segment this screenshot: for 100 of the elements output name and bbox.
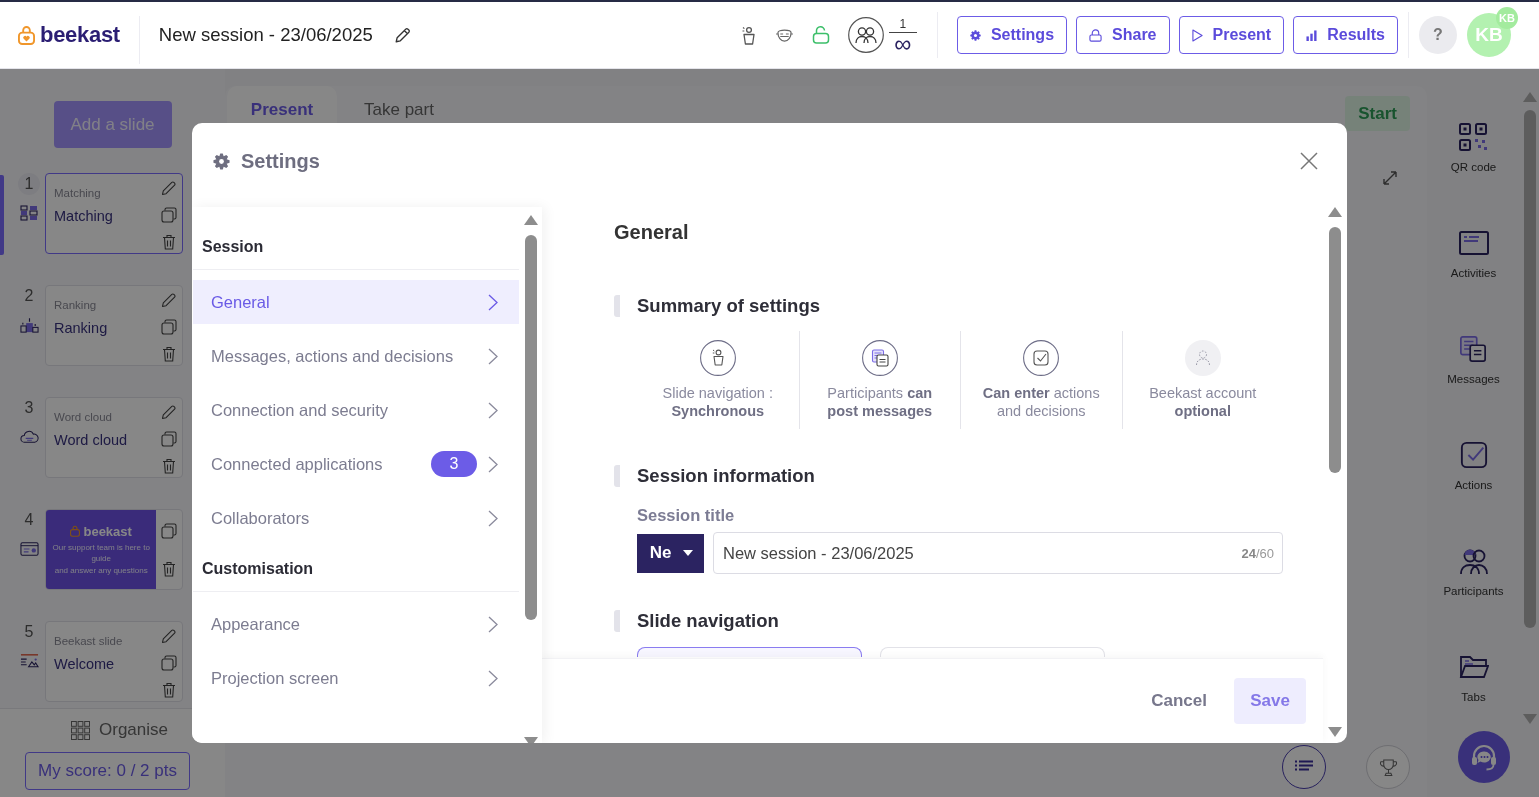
gear-icon <box>213 152 230 170</box>
results-button[interactable]: Results <box>1293 16 1398 54</box>
slide-title: Matching <box>54 207 114 225</box>
navigation-option[interactable] <box>637 647 862 657</box>
start-button[interactable]: Start <box>1345 96 1410 131</box>
trash-icon[interactable] <box>162 234 176 250</box>
nav-item[interactable]: General <box>193 280 519 324</box>
people-icon[interactable] <box>847 17 884 53</box>
summary-text: Beekast account optional <box>1148 384 1258 420</box>
column-blocks-icon <box>20 205 38 221</box>
window-icon <box>1458 228 1489 258</box>
copy-icon[interactable] <box>161 655 177 671</box>
summary-text: Participants can post messages <box>826 384 934 420</box>
bar-chart-icon <box>1306 29 1318 41</box>
close-icon <box>1300 152 1318 170</box>
score-button[interactable]: My score: 0 / 2 pts <box>25 752 190 790</box>
copy-icon[interactable] <box>161 431 177 447</box>
present-button[interactable]: Present <box>1178 16 1285 54</box>
caret-icon <box>683 550 694 556</box>
thumbnail-logo-icon <box>70 525 81 537</box>
trash-icon[interactable] <box>162 458 176 474</box>
expand-icon[interactable] <box>1382 170 1398 186</box>
share-button[interactable]: Share <box>1076 16 1170 54</box>
participant-limit: ∞ <box>894 34 912 53</box>
slide-title: Welcome <box>54 655 116 673</box>
dialog-title: Settings <box>241 149 320 173</box>
documents-icon <box>1459 334 1488 364</box>
participant-count: 1 <box>899 17 907 31</box>
lock-icon[interactable] <box>811 26 830 44</box>
chat-button[interactable] <box>1458 731 1510 783</box>
slide-card[interactable]: Beekast slide Welcome <box>45 621 183 702</box>
chevron-icon <box>488 455 498 473</box>
presenter-icon[interactable] <box>740 25 755 45</box>
nav-item[interactable]: Appearance <box>193 602 519 646</box>
settings-button[interactable]: Settings <box>956 16 1068 54</box>
session-title: New session - 23/06/2025 <box>158 24 373 46</box>
trash-icon[interactable] <box>162 682 176 698</box>
slide-type: Word cloud <box>54 410 113 424</box>
slide-number: 4 <box>23 510 35 530</box>
slide-number: 2 <box>23 286 35 306</box>
nav-heading: Customisation <box>193 558 519 592</box>
field-label: Session title <box>637 505 736 525</box>
trophy-button[interactable] <box>1366 745 1410 789</box>
chevron-icon <box>488 347 498 365</box>
toolbar-button[interactable]: Actions <box>1452 440 1495 492</box>
avatar-badge: KB <box>1496 7 1518 29</box>
section-title: General <box>614 220 690 245</box>
copy-icon[interactable] <box>161 207 177 223</box>
slide-type: Ranking <box>54 298 98 312</box>
logo-icon <box>18 25 35 45</box>
screen-icon <box>19 541 39 557</box>
toolbar-button[interactable]: QR code <box>1448 122 1499 174</box>
nav-item[interactable]: Connection and security <box>193 388 519 432</box>
chevron-icon <box>488 401 498 419</box>
copy-icon[interactable] <box>161 523 178 539</box>
nav-item[interactable]: Messages, actions and decisions <box>193 334 519 378</box>
section-heading: Session information <box>614 465 1323 487</box>
organise-button[interactable]: Organise <box>57 709 168 751</box>
section-heading: Summary of settings <box>614 295 1323 317</box>
toolbar-button[interactable]: Messages <box>1445 334 1502 386</box>
chevron-icon <box>488 293 498 311</box>
copy-icon[interactable] <box>161 319 177 335</box>
gear-icon <box>969 29 981 41</box>
chevron-icon <box>488 509 498 527</box>
thumbnail-caption: and answer any questions <box>53 564 149 576</box>
slide-number: 5 <box>23 622 35 642</box>
stage-tab[interactable]: Take part <box>337 86 461 140</box>
text-image-icon <box>19 653 39 669</box>
character-counter: 24/60 <box>1241 545 1274 561</box>
nav-item[interactable]: Collaborators <box>193 496 519 540</box>
slide-title: Ranking <box>54 319 109 337</box>
chevron-icon <box>488 615 498 633</box>
slide-type: Beekast slide <box>54 634 124 648</box>
toolbar-button[interactable]: Tabs <box>1456 652 1491 704</box>
slide-card[interactable]: Ranking Ranking <box>45 285 183 366</box>
mask-icon[interactable] <box>774 27 794 43</box>
trash-icon[interactable] <box>162 561 177 577</box>
help-button[interactable]: ? <box>1419 16 1457 54</box>
trophy-icon <box>1378 757 1398 777</box>
play-icon <box>1191 28 1203 42</box>
trash-icon[interactable] <box>162 346 176 362</box>
toolbar-button[interactable]: Participants <box>1441 546 1506 598</box>
cancel-button[interactable]: Cancel <box>1151 691 1207 711</box>
nav-heading: Session <box>193 236 519 270</box>
pencil-icon[interactable] <box>393 26 412 44</box>
slide-number: 3 <box>23 398 35 418</box>
toolbar-button[interactable]: Activities <box>1448 228 1499 280</box>
slide-card[interactable]: Word cloud Word cloud <box>45 397 183 478</box>
slide-card[interactable]: Matching Matching <box>45 173 183 254</box>
slide-number: 1 <box>18 173 40 195</box>
language-dropdown[interactable]: Ne <box>637 533 704 573</box>
session-title-field[interactable]: New session - 23/06/2025 24/60 <box>713 532 1283 574</box>
summary-text: Slide navigation : Synchronous <box>661 384 774 420</box>
count-badge: 3 <box>431 451 477 477</box>
list-button[interactable] <box>1282 745 1326 789</box>
section-heading: Slide navigation <box>614 610 1323 632</box>
summary-text: Can enter actions and decisions <box>981 384 1101 420</box>
thumbnail-logo-text: beekast <box>83 523 132 539</box>
nav-item[interactable]: Projection screen <box>193 656 519 700</box>
nav-item[interactable]: Connected applications 3 <box>193 442 519 486</box>
